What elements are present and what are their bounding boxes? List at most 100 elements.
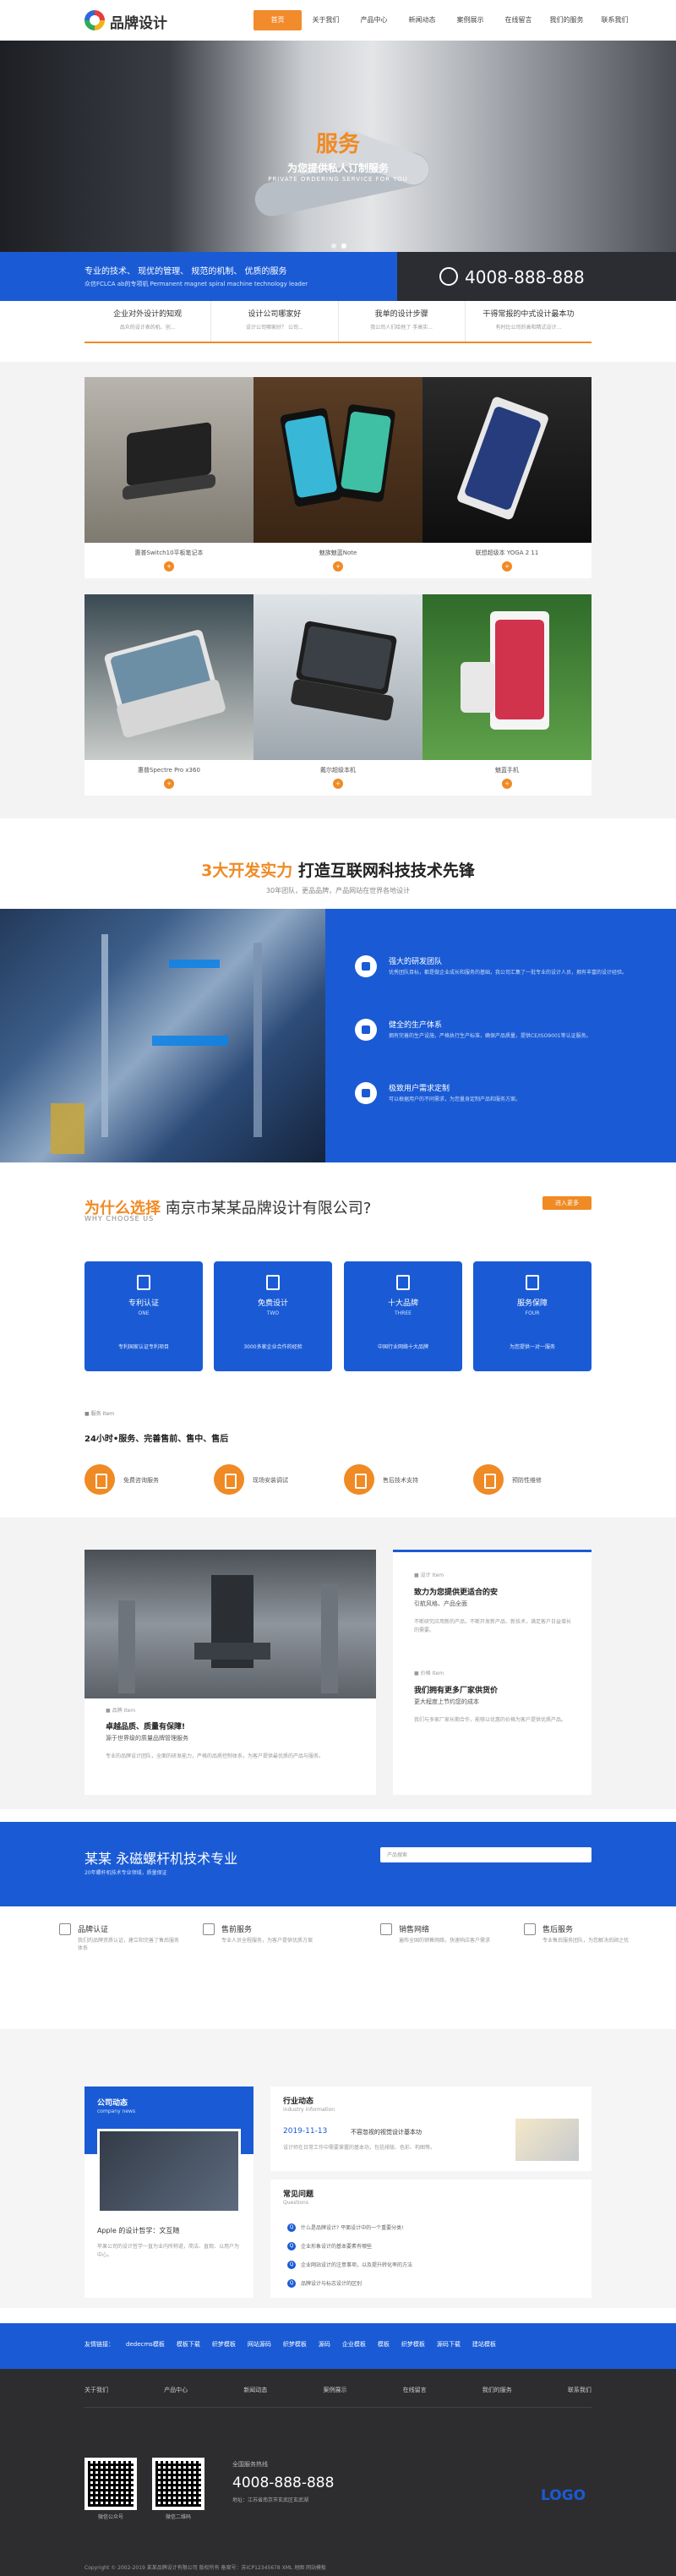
brand-icon <box>396 1275 410 1290</box>
tech-title: 某某 永磁螺杆机技术专业 <box>84 1851 238 1867</box>
advantage-card[interactable]: ■ 设计 Item 致力为您提供更适合的安 引航风格、产品全面 不断研究应用新的… <box>393 1550 592 1795</box>
nav-about[interactable]: 关于我们 <box>302 10 350 30</box>
section-subtitle: 30年团队，更品品牌，产品网站在世界各地设计 <box>265 887 411 894</box>
footer-link[interactable]: 新闻动态 <box>243 2386 267 2394</box>
tech-banner: 某某 永磁螺杆机技术专业 20年螺杆机技术专业领域，质量保证 产品搜索 <box>0 1822 676 1906</box>
phone-icon <box>439 267 458 286</box>
plus-icon[interactable]: + <box>502 561 512 572</box>
friend-link[interactable]: 企业模板 <box>342 2340 366 2349</box>
carousel-dot[interactable] <box>341 243 346 249</box>
footer-hotline: 4008-888-888 <box>232 2475 335 2491</box>
friend-link[interactable]: 织梦模板 <box>401 2340 425 2349</box>
why-card[interactable]: 专利认证 ONE 专利国家认证专利项目 <box>84 1261 203 1371</box>
info-tab[interactable]: 企业对外设计的知观 品众的设计表的机、创... <box>84 301 212 342</box>
footer-logo: LOGO <box>541 2487 586 2504</box>
friend-link[interactable]: 建站模板 <box>472 2340 496 2349</box>
faq-item[interactable]: Q 品牌设计与标志设计的区别 <box>287 2279 566 2293</box>
friend-link[interactable]: 织梦模板 <box>212 2340 236 2349</box>
carousel-dots <box>331 243 346 249</box>
more-button[interactable]: 进入更多 <box>542 1196 592 1210</box>
friend-link[interactable]: 源码 <box>319 2340 330 2349</box>
nav-message[interactable]: 在线留言 <box>494 10 542 30</box>
product-card[interactable]: 魅族魅蓝Note + <box>254 377 422 578</box>
info-tab[interactable]: 干得常报的中式设计最本功 有时比公司的高和精式设计... <box>466 301 592 342</box>
friend-links: 友情链接： dedecms模板 模板下载 织梦模板 网站源码 织梦模板 源码 企… <box>0 2323 676 2369</box>
faq-item[interactable]: Q 企业网站设计的注意事项，以及提升转化率的方法 <box>287 2261 566 2274</box>
friend-link[interactable]: 模板下载 <box>177 2340 200 2349</box>
site-footer: 关于我们 产品中心 新闻动态 案例展示 在线留言 我们的服务 联系我们 微信公众… <box>0 2369 676 2576</box>
search-input[interactable]: 产品搜索 <box>380 1847 592 1862</box>
nav-products[interactable]: 产品中心 <box>350 10 398 30</box>
friend-link[interactable]: 源码下载 <box>437 2340 461 2349</box>
product-card[interactable]: 魅蓝手机 + <box>422 594 592 796</box>
site-header: 品牌设计 首页 关于我们 产品中心 新闻动态 案例展示 在线留言 我们的服务 联… <box>0 0 676 41</box>
footer-link[interactable]: 关于我们 <box>84 2386 108 2394</box>
footer-link[interactable]: 我们的服务 <box>482 2386 512 2394</box>
carousel-dot[interactable] <box>331 243 336 249</box>
footer-link[interactable]: 在线留言 <box>403 2386 427 2394</box>
plus-icon[interactable]: + <box>333 561 343 572</box>
plus-icon[interactable]: + <box>502 779 512 789</box>
plus-icon[interactable]: + <box>333 779 343 789</box>
footer-link[interactable]: 产品中心 <box>164 2386 188 2394</box>
plus-icon[interactable]: + <box>164 561 174 572</box>
badge-icon <box>59 1923 71 1935</box>
factory-image <box>0 909 325 1162</box>
why-card[interactable]: 服务保障 FOUR 为您提供一对一服务 <box>473 1261 592 1371</box>
network-icon <box>380 1923 392 1935</box>
product-image <box>84 377 254 543</box>
product-name: 惠普Switch10平板笔记本 <box>134 550 204 556</box>
product-card[interactable]: 惠普Spectre Pro x360 + <box>84 594 254 796</box>
product-card[interactable]: 联想超级本 YOGA 2 11 + <box>422 377 592 578</box>
plus-icon[interactable]: + <box>164 779 174 789</box>
slogan-strip: 专业的技术、 现优的管理、 规范的机制、 优质的服务 众信FCLCA ab的专项… <box>0 252 676 301</box>
nav-news[interactable]: 新闻动态 <box>398 10 446 30</box>
info-tab[interactable]: 我单的设计步骤 我公司人们给他了 手高实... <box>339 301 466 342</box>
machine-image <box>84 1550 376 1698</box>
consult-icon <box>84 1464 115 1495</box>
service-item: 售后技术支持 <box>344 1464 462 1498</box>
faq-item[interactable]: Q 企业形象设计的基本要素有哪些 <box>287 2242 566 2256</box>
links-label: 友情链接： <box>84 2341 114 2348</box>
news-date: 2019-11-13 <box>283 2127 328 2136</box>
section-title: 3大开发实力 打造互联网科技技术先锋 <box>201 861 475 880</box>
friend-link[interactable]: 网站源码 <box>248 2340 271 2349</box>
item-desc: 专业的品牌设计团队，全面的研发能力，严格的品质控制体系，为客户提供最优质的产品与… <box>106 1753 324 1759</box>
industry-news-card[interactable]: 行业动态 industry information 2019-11-13 不容忽… <box>270 2087 592 2171</box>
slogan-text: 专业的技术、 现优的管理、 规范的机制、 优质的服务 <box>84 267 287 276</box>
team-icon <box>355 955 377 977</box>
quality-card[interactable]: ■ 品牌 Item 卓越品质、质量有保障! 源于世界级的质量品牌管理服务 专业的… <box>84 1550 376 1795</box>
service-tag: ■ 服务 Item <box>84 1411 115 1417</box>
main-nav: 首页 关于我们 产品中心 新闻动态 案例展示 在线留言 我们的服务 联系我们 <box>254 10 639 30</box>
footer-link[interactable]: 联系我们 <box>568 2386 592 2394</box>
product-name: 魅族魅蓝Note <box>319 550 357 556</box>
product-card[interactable]: 戴尔超级本机 + <box>254 594 422 796</box>
product-card[interactable]: 惠普Switch10平板笔记本 + <box>84 377 254 578</box>
nav-home[interactable]: 首页 <box>254 10 302 30</box>
friend-link[interactable]: 织梦模板 <box>283 2340 307 2349</box>
product-image <box>84 594 254 760</box>
guarantee-icon <box>526 1275 539 1290</box>
banner-subtitle-en: PRIVATE ORDERING SERVICE FOR YOU <box>268 176 408 183</box>
friend-link[interactable]: 模板 <box>378 2340 390 2349</box>
why-card[interactable]: 免费设计 TWO 3000多家企业合作的经验 <box>214 1261 332 1371</box>
product-name: 惠普Spectre Pro x360 <box>138 767 200 774</box>
friend-link[interactable]: dedecms模板 <box>126 2340 165 2349</box>
why-card[interactable]: 十大品牌 THREE 中国行业网络十大品牌 <box>344 1261 462 1371</box>
nav-services[interactable]: 我们的服务 <box>542 10 591 30</box>
product-name: 联想超级本 YOGA 2 11 <box>475 550 539 556</box>
product-name: 魅蓝手机 <box>495 767 519 774</box>
hero-banner[interactable]: 服务 为您提供私人订制服务 PRIVATE ORDERING SERVICE F… <box>0 41 676 252</box>
product-image <box>422 377 592 543</box>
company-news-card[interactable]: 公司动态 company news Apple 的设计哲学：文互随 苹果公司的设… <box>84 2087 254 2298</box>
nav-cases[interactable]: 案例展示 <box>446 10 494 30</box>
footer-link[interactable]: 案例展示 <box>323 2386 346 2394</box>
aftersale-icon <box>524 1923 536 1935</box>
site-logo[interactable]: 品牌设计 <box>84 8 194 32</box>
faq-item[interactable]: Q 什么是品牌设计? 平面设计中的一个重要分类! <box>287 2223 566 2237</box>
info-tab[interactable]: 设计公司哪家好 设计公司哪家好？ 公司... <box>211 301 339 342</box>
service-item: 售后服务 专业售后服务团队，为您解决后顾之忧 <box>524 1923 651 1974</box>
support-icon <box>344 1464 374 1495</box>
factory-icon <box>355 1019 377 1041</box>
nav-contact[interactable]: 联系我们 <box>591 10 639 30</box>
